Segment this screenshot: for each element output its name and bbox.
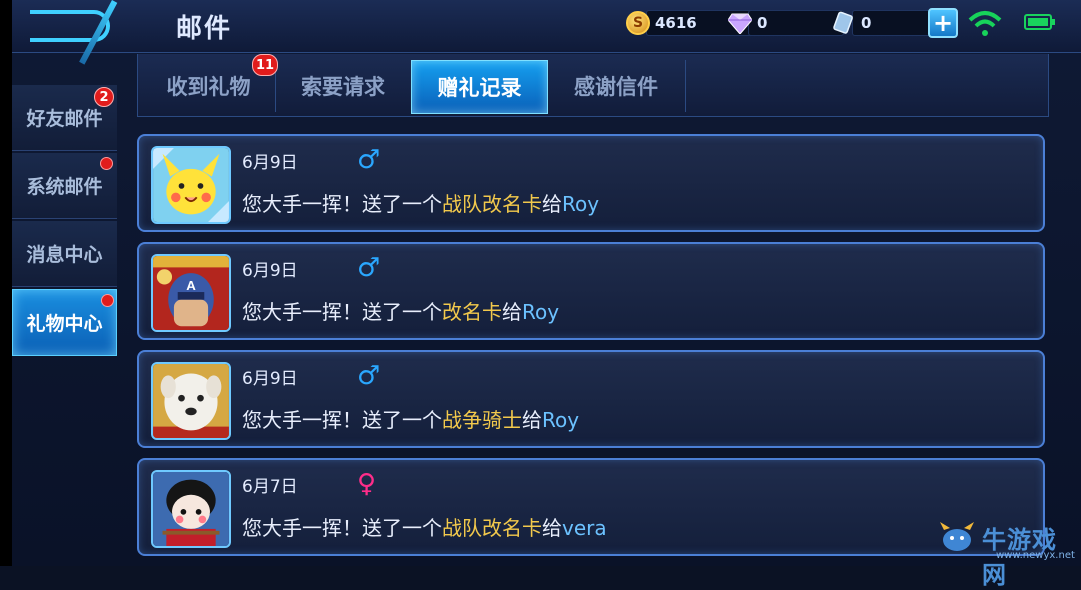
record-date: 6月9日 — [242, 153, 298, 173]
message-prefix: 您大手一挥！送了一个 — [242, 408, 442, 432]
record-message: 您大手一挥！送了一个改名卡给Roy — [242, 296, 559, 325]
tab-label: 收到礼物 — [166, 75, 251, 99]
recipient-name: Roy — [522, 300, 560, 324]
sidebar-item-system-mail[interactable]: 系统邮件 — [12, 153, 117, 219]
tab-gift-records[interactable]: 赠礼记录 — [411, 60, 548, 114]
tab-requests[interactable]: 索要请求 — [275, 60, 412, 112]
tab-bar: 收到礼物 11 索要请求 赠礼记录 感谢信件 — [137, 54, 1049, 117]
list-item[interactable]: A 6月9日 ♂ 您大手一挥！送了一个改名卡给Roy — [137, 242, 1045, 340]
record-message: 您大手一挥！送了一个战队改名卡给Roy — [242, 188, 599, 217]
diamond-value: 0 — [748, 10, 844, 36]
gift-center-dot — [101, 294, 114, 307]
wifi-icon — [968, 11, 1002, 36]
tab-label: 赠礼记录 — [437, 76, 522, 100]
sidebar-item-label: 礼物中心 — [26, 313, 103, 335]
svg-text:A: A — [186, 278, 196, 293]
recipient-name: Roy — [542, 408, 580, 432]
message-prefix: 您大手一挥！送了一个 — [242, 192, 442, 216]
female-icon: ♀ — [357, 469, 377, 499]
male-icon: ♂ — [357, 145, 381, 175]
ticket-icon — [833, 11, 853, 34]
message-prefix: 您大手一挥！送了一个 — [242, 516, 442, 540]
tab-label: 索要请求 — [301, 75, 385, 99]
bull-logo-icon — [940, 522, 974, 551]
gift-item-name: 战队改名卡 — [442, 516, 542, 540]
gift-item-name: 战争骑士 — [442, 408, 522, 432]
gift-item-name: 改名卡 — [442, 300, 502, 324]
list-item[interactable]: 6月7日 ♀ 您大手一挥！送了一个战队改名卡给vera — [137, 458, 1045, 556]
pikachu-avatar — [151, 146, 231, 224]
record-date: 6月7日 — [242, 477, 298, 497]
message-connector: 给 — [542, 516, 562, 540]
record-message: 您大手一挥！送了一个战队改名卡给vera — [242, 512, 607, 541]
message-connector: 给 — [542, 192, 562, 216]
message-prefix: 您大手一挥！送了一个 — [242, 300, 442, 324]
male-icon: ♂ — [357, 253, 381, 283]
page-title: 邮件 — [176, 14, 233, 44]
back-button[interactable] — [12, 0, 152, 65]
captain-avatar: A — [151, 254, 231, 332]
recipient-name: vera — [562, 516, 607, 540]
record-date: 6月9日 — [242, 261, 298, 281]
message-connector: 给 — [502, 300, 522, 324]
list-item[interactable]: 6月9日 ♂ 您大手一挥！送了一个战争骑士给Roy — [137, 350, 1045, 448]
add-currency-button[interactable]: + — [928, 8, 958, 38]
sidebar-item-friend-mail[interactable]: 好友邮件 2 — [12, 85, 117, 151]
screen-bezel — [0, 0, 12, 566]
recipient-name: Roy — [562, 192, 600, 216]
coin-icon: S — [626, 11, 650, 35]
watermark-url: www.newyx.net — [996, 550, 1075, 561]
record-date: 6月9日 — [242, 369, 298, 389]
friend-mail-badge: 2 — [94, 87, 114, 107]
record-message: 您大手一挥！送了一个战争骑士给Roy — [242, 404, 579, 433]
doll-avatar — [151, 470, 231, 548]
sidebar: 好友邮件 2 系统邮件 消息中心 礼物中心 — [12, 85, 117, 358]
battery-icon — [1024, 14, 1055, 30]
list-item[interactable]: 6月9日 ♂ 您大手一挥！送了一个战队改名卡给Roy — [137, 134, 1045, 232]
sidebar-item-message-center[interactable]: 消息中心 — [12, 221, 117, 287]
gift-item-name: 战队改名卡 — [442, 192, 542, 216]
tab-thank-you-letters[interactable]: 感谢信件 — [547, 60, 686, 112]
tab-received-gifts[interactable]: 收到礼物 11 — [142, 54, 279, 112]
sidebar-item-label: 系统邮件 — [26, 176, 103, 198]
diamond-icon — [728, 13, 752, 34]
diamond-counter: 0 — [728, 10, 844, 36]
sidebar-item-label: 消息中心 — [26, 244, 103, 266]
site-watermark: 牛游戏网 www.newyx.net — [938, 516, 1078, 589]
dog-avatar — [151, 362, 231, 440]
sidebar-item-gift-center[interactable]: 礼物中心 — [12, 289, 117, 356]
tab-label: 感谢信件 — [574, 75, 658, 99]
male-icon: ♂ — [357, 361, 381, 391]
sidebar-item-label: 好友邮件 — [26, 108, 103, 130]
system-mail-dot — [100, 157, 113, 170]
message-connector: 给 — [522, 408, 542, 432]
